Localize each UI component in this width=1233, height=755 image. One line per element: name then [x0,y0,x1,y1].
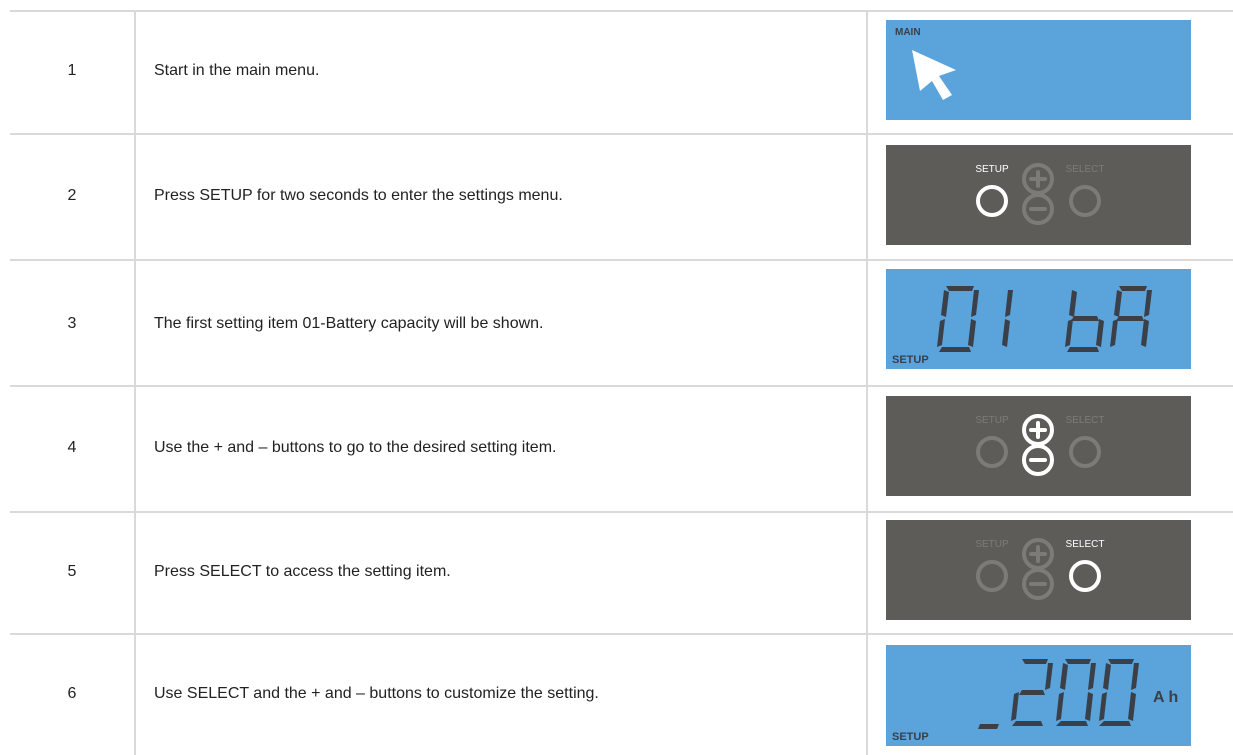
select-label: SELECT [1066,164,1105,175]
table-row: 5 Press SELECT to access the setting ite… [10,513,1233,633]
setup-label: SETUP [975,539,1009,550]
step-number: 6 [67,685,77,702]
step-number: 5 [67,563,77,580]
step-instruction: The first setting item 01-Battery capaci… [154,315,544,332]
step-number: 1 [67,62,77,79]
setup-label: SETUP [975,164,1009,175]
lcd-display: Ah SETUP [886,645,1191,746]
lcd-mode-label: SETUP [892,354,929,366]
step-number: 2 [67,187,77,204]
minus-button[interactable] [1022,193,1054,225]
keypad-panel: SETUP SELECT [886,520,1191,620]
keypad-panel: SETUP SELECT [886,145,1191,245]
lcd-unit: Ah [1153,689,1182,706]
table-row: 1 Start in the main menu. MAIN [10,12,1233,133]
keypad-panel: SETUP SELECT [886,396,1191,496]
setup-button[interactable] [976,560,1008,592]
lcd-mode-label: SETUP [892,731,929,743]
plus-button[interactable] [1022,163,1054,195]
table-row: 2 Press SETUP for two seconds to enter t… [10,135,1233,259]
setup-button[interactable] [976,185,1008,217]
select-button[interactable] [1069,436,1101,468]
select-label: SELECT [1066,415,1105,426]
step-number: 3 [67,315,77,332]
table-row: 3 The first setting item 01-Battery capa… [10,261,1233,385]
lcd-segment-value [937,286,1152,352]
table-row: 4 Use the + and – buttons to go to the d… [10,387,1233,511]
select-button[interactable] [1069,560,1101,592]
select-label: SELECT [1066,539,1105,550]
arrow-cursor-icon [912,50,956,100]
step-instruction: Press SELECT to access the setting item. [154,563,451,580]
minus-button[interactable] [1022,444,1054,476]
setup-button[interactable] [976,436,1008,468]
step-number: 4 [67,439,77,456]
plus-button[interactable] [1022,414,1054,446]
step-instruction: Use SELECT and the + and – buttons to cu… [154,685,599,702]
lcd-display: MAIN [886,20,1191,120]
step-instruction: Press SETUP for two seconds to enter the… [154,187,563,204]
select-button[interactable] [1069,185,1101,217]
minus-button[interactable] [1022,568,1054,600]
lcd-mode-label: MAIN [895,27,921,38]
step-instruction: Start in the main menu. [154,62,320,79]
table-row: 6 Use SELECT and the + and – buttons to … [10,635,1233,755]
setup-label: SETUP [975,415,1009,426]
lcd-segment-value [978,659,1139,729]
plus-button[interactable] [1022,538,1054,570]
lcd-display: SETUP [886,269,1191,369]
step-instruction: Use the + and – buttons to go to the des… [154,439,557,456]
